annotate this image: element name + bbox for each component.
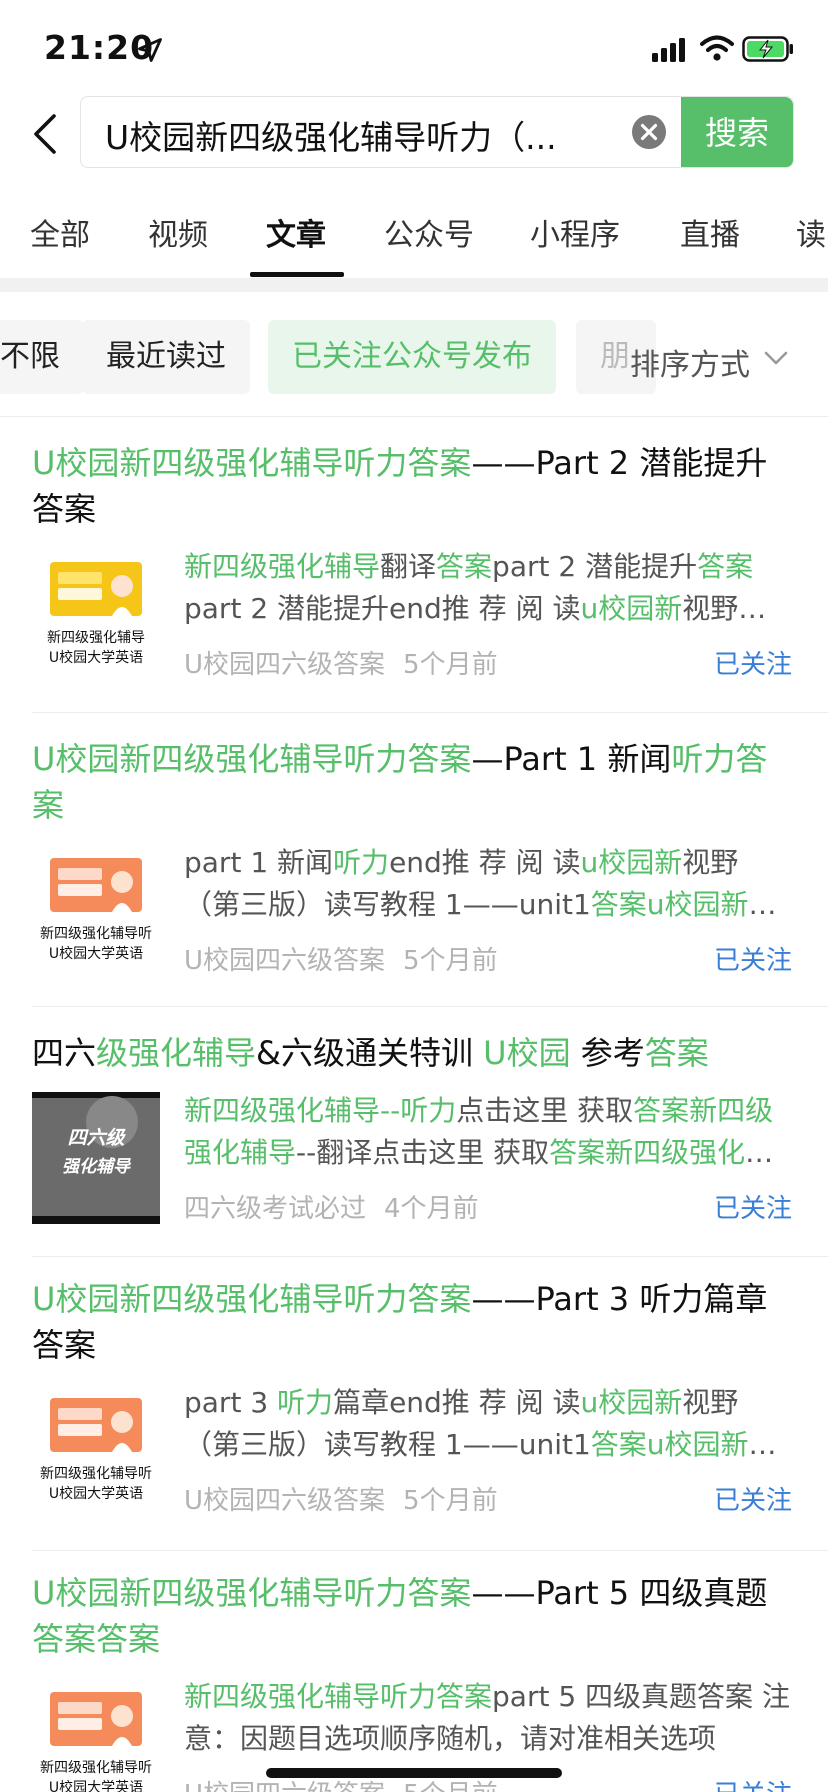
article-snippet: part 1 新闻听力end推 荐 阅 读u校园新视野（第三版）读写教程 1——… <box>184 846 777 921</box>
article-body: 新四级强化辅导 U校园大学英语 新四级强化辅导翻译答案part 2 潜能提升答案… <box>32 546 828 688</box>
publish-time: 4个月前 <box>384 1194 479 1224</box>
wifi-icon <box>700 35 734 61</box>
followed-badge[interactable]: 已关注 <box>714 644 792 681</box>
article-title[interactable]: 四六级强化辅导&六级通关特训 U校园 参考答案 <box>32 1030 792 1076</box>
sort-button[interactable]: 排序方式 <box>630 340 750 384</box>
article-meta: U校园四六级答案 5个月前 <box>184 940 498 977</box>
svg-text:U校园大学英语: U校园大学英语 <box>49 945 143 962</box>
publish-time: 5个月前 <box>403 946 498 976</box>
publish-time: 5个月前 <box>403 650 498 680</box>
search-box[interactable]: U校园新四级强化辅导听力（... 搜索 <box>80 96 794 168</box>
article-meta: U校园四六级答案 5个月前 <box>184 1480 498 1517</box>
source-account[interactable]: U校园四六级答案 <box>184 650 385 680</box>
svg-text:新四级强化辅导听: 新四级强化辅导听 <box>40 926 152 942</box>
svg-text:新四级强化辅导听: 新四级强化辅导听 <box>40 1760 152 1776</box>
article-result[interactable]: 四六级强化辅导&六级通关特训 U校园 参考答案 四六级 强化辅导 新四级强化辅导… <box>32 1030 828 1232</box>
tab-articles[interactable]: 文章 <box>266 210 326 254</box>
svg-text:U校园大学英语: U校园大学英语 <box>49 1779 143 1792</box>
source-account[interactable]: 四六级考试必过 <box>184 1194 366 1224</box>
followed-badge[interactable]: 已关注 <box>714 1480 792 1517</box>
search-input[interactable]: U校园新四级强化辅导听力（... <box>105 111 625 159</box>
svg-text:强化辅导: 强化辅导 <box>62 1157 132 1177</box>
article-result[interactable]: U校园新四级强化辅导听力答案——Part 2 潜能提升答案 新四级强化辅导 U校… <box>32 440 828 688</box>
svg-text:四六级: 四六级 <box>67 1127 126 1149</box>
article-body: 四六级 强化辅导 新四级强化辅导--听力点击这里 获取答案新四级强化辅导--翻译… <box>32 1090 828 1232</box>
source-account[interactable]: U校园四六级答案 <box>184 946 385 976</box>
article-thumbnail[interactable]: 新四级强化辅导听 U校园大学英语 <box>32 1384 160 1516</box>
category-tabs: 全部 视频 文章 公众号 小程序 直播 读 <box>0 200 828 280</box>
search-button[interactable]: 搜索 <box>681 97 793 167</box>
tab-mini-programs[interactable]: 小程序 <box>530 210 620 254</box>
home-indicator <box>266 1768 562 1778</box>
tab-live[interactable]: 直播 <box>680 210 740 254</box>
tab-video[interactable]: 视频 <box>148 210 208 254</box>
article-result[interactable]: U校园新四级强化辅导听力答案—Part 1 新闻听力答案 新四级强化辅导听 U校… <box>32 736 828 984</box>
followed-badge[interactable]: 已关注 <box>714 1188 792 1225</box>
status-bar: 21:20 <box>0 0 828 96</box>
article-snippet: 新四级强化辅导翻译答案part 2 潜能提升答案 part 2 潜能提升end推… <box>184 550 754 625</box>
followed-badge[interactable]: 已关注 <box>714 940 792 977</box>
publish-time: 5个月前 <box>403 1780 498 1792</box>
filter-chip-followed-accounts[interactable]: 已关注公众号发布 <box>268 320 556 394</box>
result-divider <box>32 1256 828 1257</box>
article-result[interactable]: U校园新四级强化辅导听力答案——Part 5 四级真题答案答案 新四级强化辅导听… <box>32 1570 828 1792</box>
chevron-down-icon[interactable] <box>762 346 790 370</box>
article-title[interactable]: U校园新四级强化辅导听力答案——Part 2 潜能提升答案 <box>32 440 792 532</box>
article-body: 新四级强化辅导听 U校园大学英语 part 1 新闻听力end推 荐 阅 读u校… <box>32 842 828 984</box>
article-snippet: 新四级强化辅导--听力点击这里 获取答案新四级强化辅导--翻译点击这里 获取答案… <box>184 1094 774 1169</box>
followed-badge[interactable]: 已关注 <box>714 1774 792 1792</box>
article-result[interactable]: U校园新四级强化辅导听力答案——Part 3 听力篇章答案 新四级强化辅导听 U… <box>32 1276 828 1524</box>
svg-text:新四级强化辅导听: 新四级强化辅导听 <box>40 1466 152 1482</box>
article-snippet: part 3 听力篇章end推 荐 阅 读u校园新视野（第三版）读写教程 1——… <box>184 1386 777 1461</box>
filter-chip-recently-read[interactable]: 最近读过 <box>82 320 250 394</box>
tab-all[interactable]: 全部 <box>30 210 90 254</box>
result-divider <box>32 712 828 713</box>
article-snippet: 新四级强化辅导听力答案part 5 四级真题答案 注意：因题目选项顺序随机，请对… <box>184 1680 790 1755</box>
article-title[interactable]: U校园新四级强化辅导听力答案——Part 5 四级真题答案答案 <box>32 1570 792 1662</box>
article-thumbnail[interactable]: 新四级强化辅导听 U校园大学英语 <box>32 1678 160 1792</box>
article-thumbnail[interactable]: 新四级强化辅导听 U校园大学英语 <box>32 844 160 976</box>
publish-time: 5个月前 <box>403 1486 498 1516</box>
article-thumbnail[interactable]: 新四级强化辅导 U校园大学英语 <box>32 548 160 680</box>
clear-icon[interactable] <box>631 114 667 150</box>
filter-chip-unlimited[interactable]: 不限 <box>0 320 84 394</box>
tabs-divider <box>0 278 828 292</box>
cellular-signal-icon <box>652 38 685 62</box>
article-title[interactable]: U校园新四级强化辅导听力答案—Part 1 新闻听力答案 <box>32 736 792 828</box>
svg-text:U校园大学英语: U校园大学英语 <box>49 649 143 666</box>
location-arrow-icon <box>138 38 162 62</box>
article-meta: U校园四六级答案 5个月前 <box>184 644 498 681</box>
article-thumbnail[interactable]: 四六级 强化辅导 <box>32 1092 160 1224</box>
source-account[interactable]: U校园四六级答案 <box>184 1486 385 1516</box>
article-title[interactable]: U校园新四级强化辅导听力答案——Part 3 听力篇章答案 <box>32 1276 792 1368</box>
filter-divider <box>0 416 828 417</box>
tab-read[interactable]: 读 <box>796 210 826 254</box>
svg-text:U校园大学英语: U校园大学英语 <box>49 1485 143 1502</box>
source-account[interactable]: U校园四六级答案 <box>184 1780 385 1792</box>
article-body: 新四级强化辅导听 U校园大学英语 part 3 听力篇章end推 荐 阅 读u校… <box>32 1382 828 1524</box>
result-divider <box>32 1550 828 1551</box>
svg-text:新四级强化辅导: 新四级强化辅导 <box>47 630 145 646</box>
battery-charging-icon <box>742 36 793 62</box>
back-chevron-icon[interactable] <box>28 110 64 158</box>
tab-official-accounts[interactable]: 公众号 <box>384 210 474 254</box>
active-tab-indicator <box>250 272 344 277</box>
article-meta: 四六级考试必过 4个月前 <box>184 1188 479 1225</box>
result-divider <box>32 1006 828 1007</box>
